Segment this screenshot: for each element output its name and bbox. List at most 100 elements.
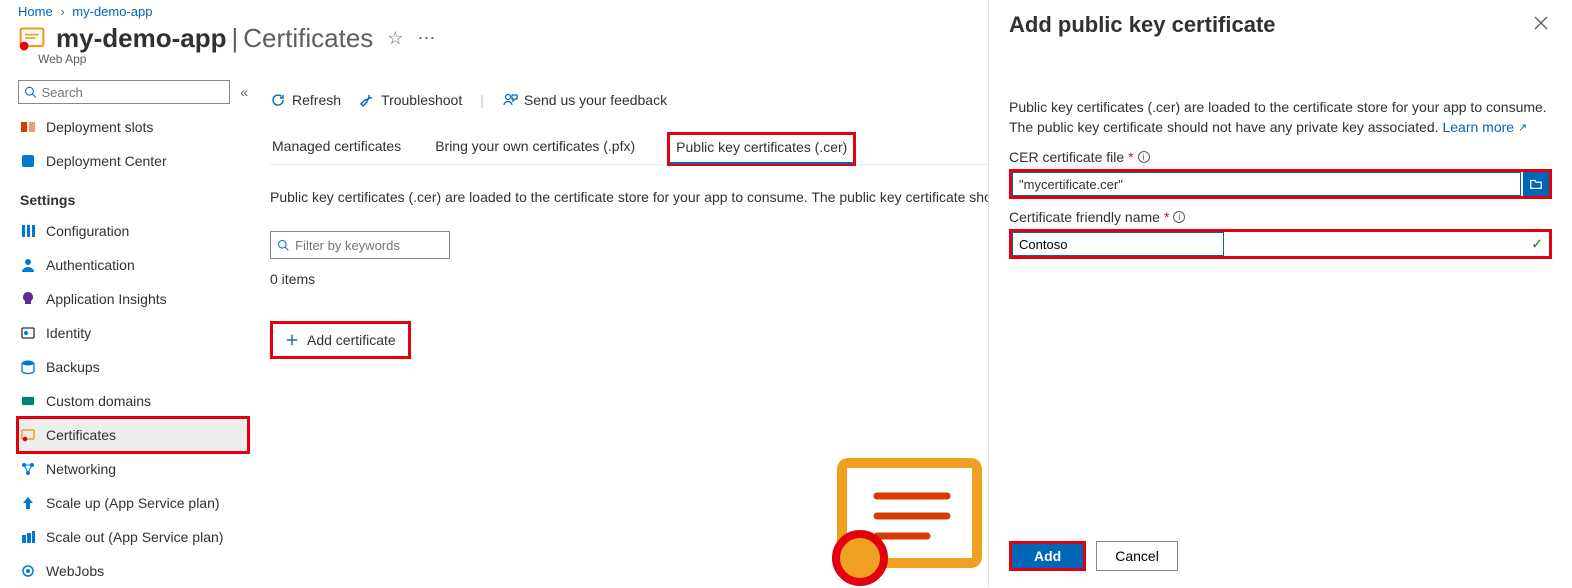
panel-description: Public key certificates (.cer) are loade… (1009, 97, 1552, 139)
tab-byoc[interactable]: Bring your own certificates (.pfx) (433, 130, 637, 164)
troubleshoot-label: Troubleshoot (381, 92, 462, 108)
sidebar-item-certificates[interactable]: Certificates (18, 418, 248, 452)
sidebar-item-webjobs[interactable]: WebJobs (18, 554, 248, 588)
cancel-button[interactable]: Cancel (1096, 541, 1178, 571)
panel-learn-more-label: Learn more (1442, 119, 1514, 135)
toolbar-separator: | (480, 92, 484, 108)
sidebar-item-deployment-slots[interactable]: Deployment slots (18, 110, 248, 144)
add-certificate-button[interactable]: Add certificate (270, 321, 411, 359)
sidebar-search-input[interactable] (42, 85, 230, 100)
panel-title: Add public key certificate (1009, 12, 1276, 38)
sidebar-item-application-insights[interactable]: Application Insights (18, 282, 248, 316)
add-certificate-panel: Add public key certificate Public key ce… (988, 0, 1572, 587)
sidebar-item-label: Custom domains (46, 393, 151, 409)
sidebar-item-label: Scale out (App Service plan) (46, 529, 223, 545)
info-icon[interactable]: i (1173, 211, 1185, 223)
feedback-label: Send us your feedback (524, 92, 667, 108)
close-icon (1534, 16, 1548, 30)
external-link-icon: ↗ (1518, 118, 1527, 138)
sidebar-item-identity[interactable]: Identity (18, 316, 248, 350)
configuration-icon (20, 223, 36, 239)
cer-file-label-text: CER certificate file (1009, 149, 1124, 165)
friendly-name-label: Certificate friendly name * i (1009, 209, 1552, 225)
required-indicator: * (1128, 149, 1133, 165)
sidebar-search[interactable] (18, 80, 230, 104)
breadcrumb-home[interactable]: Home (18, 4, 53, 19)
sidebar-item-label: Networking (46, 461, 116, 477)
browse-file-button[interactable] (1523, 172, 1549, 196)
refresh-button[interactable]: Refresh (270, 92, 341, 108)
feedback-icon (502, 92, 518, 108)
panel-learn-more-link[interactable]: Learn more ↗ (1442, 119, 1527, 135)
sidebar-section-settings: Settings (20, 192, 248, 208)
cer-file-field: "mycertificate.cer" (1009, 169, 1552, 199)
deployment-center-icon (20, 153, 36, 169)
collapse-sidebar-icon[interactable]: « (240, 84, 248, 100)
search-icon (277, 238, 289, 252)
cer-file-label: CER certificate file * i (1009, 149, 1552, 165)
title-divider: | (231, 23, 238, 54)
sidebar: « Deployment slots Deployment Center Set… (0, 80, 250, 588)
certificate-illustration (832, 458, 982, 588)
plus-icon (285, 333, 299, 347)
breadcrumb-separator: › (60, 4, 64, 19)
friendly-name-label-text: Certificate friendly name (1009, 209, 1160, 225)
cer-file-input[interactable]: "mycertificate.cer" (1012, 172, 1521, 196)
refresh-label: Refresh (292, 92, 341, 108)
filter-input[interactable] (295, 238, 449, 253)
identity-icon (20, 325, 36, 341)
valid-check-icon: ✓ (1531, 236, 1543, 253)
sidebar-item-label: Application Insights (46, 291, 167, 307)
deployment-slots-icon (20, 119, 36, 135)
info-icon[interactable]: i (1138, 151, 1150, 163)
sidebar-item-scale-up[interactable]: Scale up (App Service plan) (18, 486, 248, 520)
page-title: Certificates (243, 23, 373, 54)
scale-up-icon (20, 495, 36, 511)
favorite-icon[interactable]: ☆ (387, 28, 403, 49)
sidebar-item-label: Deployment slots (46, 119, 153, 135)
sidebar-item-label: Scale up (App Service plan) (46, 495, 220, 511)
sidebar-item-label: Identity (46, 325, 91, 341)
certificates-icon (20, 427, 36, 443)
sidebar-item-backups[interactable]: Backups (18, 350, 248, 384)
sidebar-item-label: Backups (46, 359, 100, 375)
sidebar-item-configuration[interactable]: Configuration (18, 214, 248, 248)
backups-icon (20, 359, 36, 375)
add-certificate-label: Add certificate (307, 332, 396, 348)
sidebar-item-label: Certificates (46, 427, 116, 443)
tab-public-key-certificates[interactable]: Public key certificates (.cer) (667, 132, 856, 166)
sidebar-item-networking[interactable]: Networking (18, 452, 248, 486)
troubleshoot-icon (359, 92, 375, 108)
breadcrumb-app[interactable]: my-demo-app (72, 4, 152, 19)
more-icon[interactable]: ⋯ (417, 28, 435, 49)
sidebar-item-authentication[interactable]: Authentication (18, 248, 248, 282)
app-name: my-demo-app (56, 23, 226, 54)
sidebar-item-label: Deployment Center (46, 153, 167, 169)
sidebar-item-label: Authentication (46, 257, 135, 273)
panel-footer: Add Cancel (1009, 529, 1552, 587)
custom-domains-icon (20, 393, 36, 409)
refresh-icon (270, 92, 286, 108)
required-indicator: * (1164, 209, 1169, 225)
sidebar-item-label: WebJobs (46, 563, 104, 579)
sidebar-item-label: Configuration (46, 223, 129, 239)
tab-managed-certificates[interactable]: Managed certificates (270, 130, 403, 164)
networking-icon (20, 461, 36, 477)
authentication-icon (20, 257, 36, 273)
friendly-name-field: ✓ (1009, 229, 1552, 259)
sidebar-item-deployment-center[interactable]: Deployment Center (18, 144, 248, 178)
scale-out-icon (20, 529, 36, 545)
feedback-button[interactable]: Send us your feedback (502, 92, 667, 108)
webjobs-icon (20, 563, 36, 579)
folder-icon (1529, 177, 1543, 191)
application-insights-icon (20, 291, 36, 307)
troubleshoot-button[interactable]: Troubleshoot (359, 92, 462, 108)
friendly-name-input[interactable] (1012, 232, 1224, 256)
close-button[interactable] (1530, 12, 1552, 39)
search-icon (24, 85, 37, 99)
sidebar-item-scale-out[interactable]: Scale out (App Service plan) (18, 520, 248, 554)
add-button[interactable]: Add (1009, 541, 1086, 571)
sidebar-item-custom-domains[interactable]: Custom domains (18, 384, 248, 418)
filter-box[interactable] (270, 231, 450, 259)
app-icon (18, 25, 46, 53)
